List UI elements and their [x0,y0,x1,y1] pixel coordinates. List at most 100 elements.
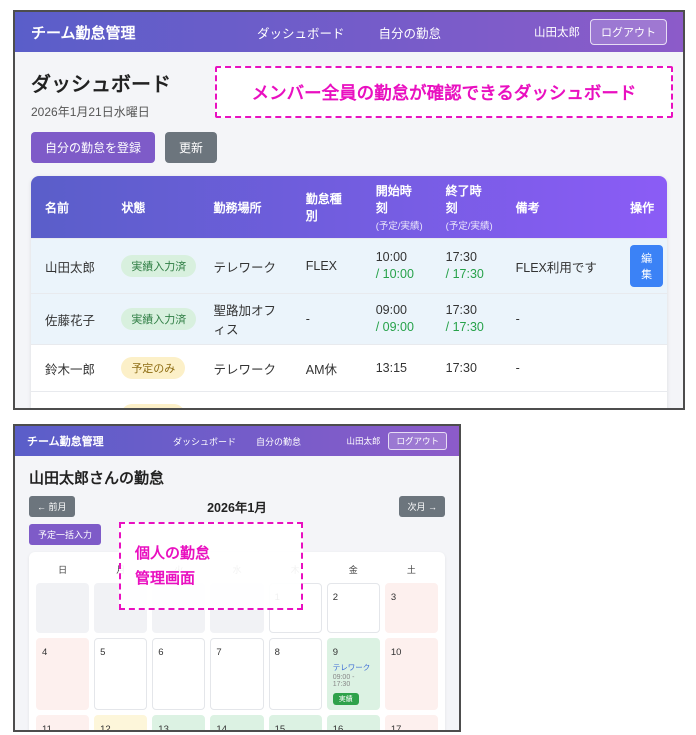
end-time-cell: 17:30/ 17:30 [432,302,502,336]
attendance-table: 名前状態勤務場所勤怠種別開始時刻(予定/実績)終了時刻(予定/実績)備考操作 山… [31,176,667,410]
row-type: FLEX [292,259,362,273]
refresh-button[interactable]: 更新 [165,132,217,163]
calendar-cell[interactable]: 6 [152,638,205,710]
status-cell: 実績入力済 [107,255,199,277]
table-row: 田中美咲予定のみテレワーク-09:0018:00- [31,391,667,410]
nav-item-my-attendance[interactable]: 自分の勤怠 [256,435,301,448]
calendar-cell[interactable]: 12休- [94,715,147,732]
time-actual: / 10:00 [376,266,424,283]
row-name: 佐藤花子 [31,310,107,329]
month-navigation: ← 前月 2026年1月 次月 → [29,495,445,517]
navbar-right: 山田太郎 ログアウト [534,19,667,45]
time-planned: 18:00 [446,407,494,410]
nav-links: ダッシュボード 自分の勤怠 [173,435,301,448]
column-header-sub: (予定/実績) [376,218,424,232]
logout-button[interactable]: ログアウト [590,19,667,45]
personal-screenshot: チーム勤怠管理 ダッシュボード 自分の勤怠 山田太郎 ログアウト 山田太郎さんの… [13,424,461,732]
calendar-cell[interactable]: 8 [269,638,322,710]
row-location: テレワーク [200,257,292,276]
column-header: 名前 [31,193,107,222]
app-title: チーム勤怠管理 [27,433,104,449]
status-badge: 実績入力済 [121,308,196,330]
action-cell: 編集 [616,245,667,287]
row-type: - [292,312,362,326]
calendar-cell[interactable]: 9 テレワーク09:00 - 17:30実績 [327,638,380,710]
badge-row: 実績 [333,688,374,706]
calendar-cell[interactable]: 10 [385,638,438,710]
nav-links: ダッシュボード 自分の勤怠 [257,23,441,42]
calendar-cell[interactable]: 13外出AM休13:15 - 17:30実績 [152,715,205,732]
end-time-cell: 17:30/ 17:30 [432,249,502,283]
day-number: 2 [333,592,338,603]
dashboard-screenshot: チーム勤怠管理 ダッシュボード 自分の勤怠 山田太郎 ログアウト ダッシュボード… [13,10,685,410]
personal-annotation: 個人の勤怠 管理画面 [119,522,303,610]
start-time-cell: 10:00/ 10:00 [362,249,432,283]
column-header: 備考 [502,193,616,222]
end-time-cell: 17:30 [432,360,502,377]
column-header: 勤怠種別 [292,184,362,230]
calendar-cell[interactable]: 16テレワーク09:00 - 18:00実績 [327,715,380,732]
end-time-cell: 18:00 [432,407,502,410]
day-number: 4 [42,647,47,658]
row-note: - [502,408,616,410]
status-badge: 予定のみ [121,404,185,410]
column-header: 状態 [107,193,199,222]
register-attendance-button[interactable]: 自分の勤怠を登録 [31,132,155,163]
day-number: 9 [333,647,338,658]
calendar-cell[interactable]: 15聖路加オフィスFLEX09:00 - 18:00実績 [269,715,322,732]
day-number: 13 [158,724,169,732]
row-location: テレワーク [200,359,292,378]
day-number: 5 [100,647,105,658]
calendar-cell[interactable]: 14テレワークFLEX09:00 - 15:40実績 [210,715,263,732]
nav-item-my-attendance[interactable]: 自分の勤怠 [379,23,442,42]
attendance-table-body: 山田太郎実績入力済テレワークFLEX10:00/ 10:0017:30/ 17:… [31,238,667,410]
status-cell: 予定のみ [107,404,199,410]
calendar-cell[interactable]: 3 [385,583,438,633]
time-planned: 09:00 [376,407,424,410]
calendar-cell[interactable]: 4 [36,638,89,710]
table-row: 佐藤花子実績入力済聖路加オフィス-09:00/ 09:00 17:30/ 17:3… [31,293,667,344]
bulk-entry-button[interactable]: 予定一括入力 [29,524,101,545]
calendar-cell[interactable]: 11 [36,715,89,732]
column-header-sub: (予定/実績) [446,218,494,232]
navbar-right: 山田太郎 ログアウト [346,432,447,450]
status-badge: 実績入力済 [121,255,196,277]
table-row: 山田太郎実績入力済テレワークFLEX10:00/ 10:0017:30/ 17:… [31,238,667,293]
nav-item-dashboard[interactable]: ダッシュボード [173,435,236,448]
time-actual: / 09:00 [376,319,424,336]
time-planned: 17:30 [446,249,494,266]
row-location: 聖路加オフィス [200,300,292,338]
prev-month-button[interactable]: ← 前月 [29,496,75,517]
calendar-cell[interactable]: 5 [94,638,147,710]
edit-button[interactable]: 編集 [630,245,663,287]
day-number: 7 [216,647,221,658]
weekday-label: 土 [385,559,438,580]
top-navbar: チーム勤怠管理 ダッシュボード 自分の勤怠 山田太郎 ログアウト [15,12,683,52]
day-number: 16 [333,724,344,732]
calendar-cell[interactable]: 7 [210,638,263,710]
time-planned: 09:00 [376,302,424,319]
time-planned: 17:30 [446,302,494,319]
column-header: 開始時刻(予定/実績) [362,176,432,238]
page-title: 山田太郎さんの勤怠 [29,467,445,488]
day-number: 17 [391,724,402,732]
time-planned: 17:30 [446,360,494,377]
logout-button[interactable]: ログアウト [388,432,447,450]
cell-location: テレワーク [333,662,374,673]
row-note: FLEX利用です [502,257,616,276]
personal-annotation-line2: 管理画面 [135,566,195,592]
day-number: 11 [42,724,52,732]
top-navbar-small: チーム勤怠管理 ダッシュボード 自分の勤怠 山田太郎 ログアウト [15,426,459,456]
row-note: - [502,361,616,375]
start-time-cell: 13:15 [362,360,432,377]
cell-time: 09:00 - 17:30 [333,674,374,688]
nav-item-dashboard[interactable]: ダッシュボード [257,23,345,42]
calendar-cell[interactable]: 2 [327,583,380,633]
next-month-button[interactable]: 次月 → [399,496,445,517]
day-number: 12 [100,724,111,732]
attendance-table-head: 名前状態勤務場所勤怠種別開始時刻(予定/実績)終了時刻(予定/実績)備考操作 [31,176,667,238]
calendar-cell[interactable]: 17 [385,715,438,732]
action-buttons: 自分の勤怠を登録 更新 [31,132,667,163]
personal-annotation-line1: 個人の勤怠 [135,541,210,567]
table-row: 鈴木一郎予定のみテレワークAM休13:1517:30- [31,344,667,391]
